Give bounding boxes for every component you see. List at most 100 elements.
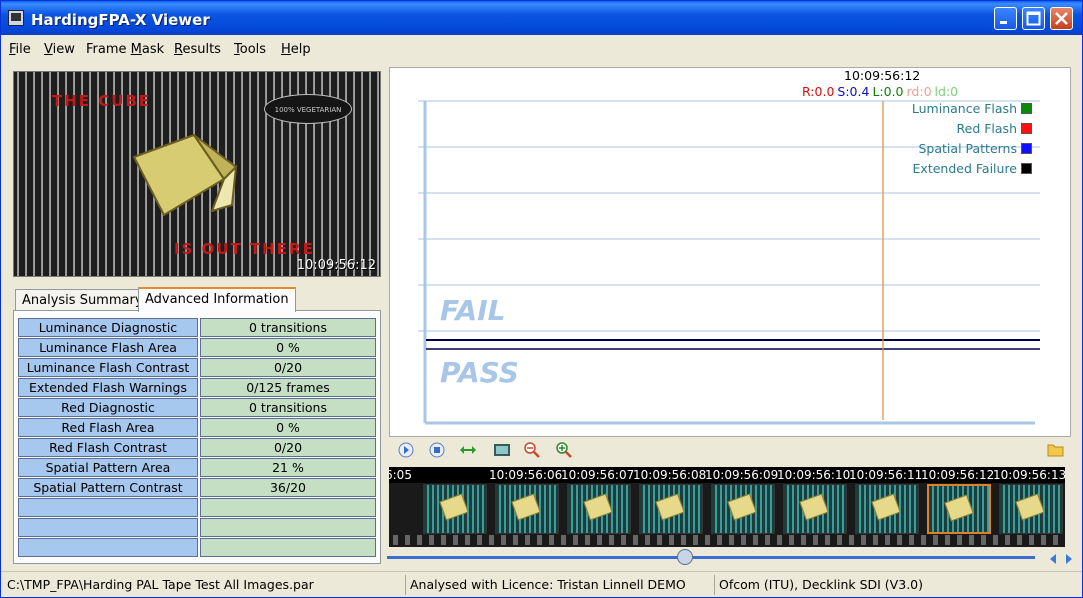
info-row: Spatial Pattern Contrast 36/20 [18, 478, 376, 498]
timeline-slider-thumb[interactable] [677, 549, 694, 565]
frame-thumbnail[interactable] [855, 484, 919, 534]
frame-thumbnail[interactable] [927, 484, 991, 534]
frame-timestamp: 10:09:56:12 [921, 468, 995, 482]
info-label: Luminance Flash Contrast [18, 358, 198, 377]
stop-icon[interactable] [428, 441, 446, 459]
thumbnail-cube [583, 493, 613, 521]
tab-analysis-summary[interactable]: Analysis Summary [15, 289, 150, 311]
frame-thumbnail[interactable] [999, 484, 1063, 534]
frame-timestamp: 10:09:56:07 [561, 468, 635, 482]
maximize-icon [1026, 11, 1041, 26]
minimize-button[interactable] [994, 7, 1017, 30]
status-standard: Ofcom (ITU), Decklink SDI (V3.0) [714, 575, 1080, 595]
info-value: 36/20 [200, 478, 376, 497]
window-title: HardingFPA-X Viewer [31, 11, 210, 29]
play-icon[interactable] [397, 441, 415, 459]
info-row: Red Flash Area 0 % [18, 418, 376, 438]
info-value: 0 % [200, 338, 376, 357]
info-label: Red Flash Area [18, 418, 198, 437]
info-label: Spatial Pattern Area [18, 458, 198, 477]
video-overlay-bottom: IS OUT THERE [174, 240, 315, 258]
legend-spatial-patterns: Spatial Patterns [919, 141, 1032, 156]
video-overlay-top: THE CUBE [52, 92, 152, 110]
close-button[interactable] [1050, 7, 1073, 30]
timeline-slider-track[interactable] [387, 556, 1035, 559]
legend-swatch [1021, 163, 1032, 174]
filmstrip-icon[interactable] [493, 441, 511, 459]
video-timecode: 10:09:56:12 [296, 258, 376, 273]
info-value [200, 538, 376, 557]
video-preview[interactable]: THE CUBE 100% VEGETARIAN IS OUT THERE 10… [13, 71, 381, 277]
info-label: Spatial Pattern Contrast [18, 478, 198, 497]
frame-timestamp: 10:09:56:06 [489, 468, 563, 482]
scroll-left-icon[interactable] [1047, 552, 1059, 566]
fit-width-icon[interactable] [459, 441, 477, 459]
frame-timestamp: 10:09:56:08 [633, 468, 707, 482]
info-value: 0/20 [200, 438, 376, 457]
tab-advanced-information[interactable]: Advanced Information [138, 287, 296, 312]
info-label: Luminance Diagnostic [18, 318, 198, 337]
chart-readout: R:0.0 S:0.4 L:0.0 rd:0 ld:0 [802, 84, 961, 99]
thumbnail-cube [727, 493, 757, 521]
app-window: HardingFPA-X Viewer File View Frame Mask… [0, 0, 1083, 598]
info-row: Spatial Pattern Area 21 % [18, 458, 376, 478]
menu-file[interactable]: File [9, 42, 31, 57]
info-row: Extended Flash Warnings 0/125 frames [18, 378, 376, 398]
title-bar: HardingFPA-X Viewer [1, 1, 1082, 35]
frame-timestamp: 6:05 [389, 468, 412, 482]
legend-swatch [1021, 123, 1032, 134]
frame-thumbnail[interactable] [783, 484, 847, 534]
legend-red-flash: Red Flash [957, 121, 1032, 136]
frame-thumbnail[interactable] [711, 484, 775, 534]
menu-results[interactable]: Results [174, 42, 221, 57]
fail-zone-label: FAIL [440, 294, 506, 327]
status-licence: Analysed with Licence: Tristan Linnell D… [405, 575, 711, 595]
readout-value: L:0.0 [872, 84, 904, 99]
legend-swatch [1021, 103, 1032, 114]
thumbnail-cube [944, 494, 974, 522]
video-badge: 100% VEGETARIAN [264, 94, 352, 124]
minimize-icon [1000, 21, 1007, 24]
readout-value: S:0.4 [837, 84, 870, 99]
menu-help[interactable]: Help [281, 42, 311, 57]
advanced-information-panel: Luminance Diagnostic 0 transitions Luminan… [13, 310, 381, 564]
info-label: Luminance Flash Area [18, 338, 198, 357]
maximize-button[interactable] [1022, 7, 1045, 30]
legend-extended-failure: Extended Failure [913, 161, 1032, 176]
filmstrip[interactable]: 6:05 10:09:56:0610:09:56:0710:09:56:08 10:… [389, 467, 1065, 547]
info-label [18, 518, 198, 537]
legend-swatch [1021, 143, 1032, 154]
filmstrip-sprockets [389, 535, 1065, 545]
info-row: Luminance Diagnostic 0 transitions [18, 318, 376, 338]
frame-thumbnail[interactable] [495, 484, 559, 534]
info-label: Red Flash Contrast [18, 438, 198, 457]
app-icon[interactable] [8, 10, 24, 26]
menu-view[interactable]: View [44, 42, 75, 57]
menu-frame-mask[interactable]: Frame Mask [86, 42, 164, 57]
readout-value: R:0.0 [802, 84, 835, 99]
folder-icon[interactable] [1047, 441, 1065, 459]
frame-thumbnail[interactable] [567, 484, 631, 534]
cube-image [132, 133, 238, 217]
frame-thumbnail[interactable] [639, 484, 703, 534]
frame-thumbnail[interactable] [423, 484, 487, 534]
thumbnail-cube [799, 493, 829, 521]
info-row [18, 518, 376, 538]
info-label: Red Diagnostic [18, 398, 198, 417]
thumbnail-cube [1015, 493, 1045, 521]
readout-value: ld:0 [934, 84, 959, 99]
menu-bar: File View Frame Mask Results Tools Help [1, 37, 1082, 61]
info-value: 0 transitions [200, 398, 376, 417]
analysis-chart[interactable]: 10:09:56:12 R:0.0 S:0.4 L:0.0 rd:0 ld:0 Lumi… [389, 67, 1071, 437]
thumbnail-cube [871, 493, 901, 521]
thumbnail-cube [511, 493, 541, 521]
info-label [18, 498, 198, 517]
chart-cursor-time: 10:09:56:12 [844, 68, 921, 83]
scroll-right-icon[interactable] [1063, 552, 1075, 566]
readout-value: rd:0 [906, 84, 932, 99]
zoom-in-icon[interactable] [555, 441, 573, 459]
info-label [18, 538, 198, 557]
zoom-out-icon[interactable] [523, 441, 541, 459]
menu-tools[interactable]: Tools [234, 42, 266, 57]
info-value: 0 transitions [200, 318, 376, 337]
